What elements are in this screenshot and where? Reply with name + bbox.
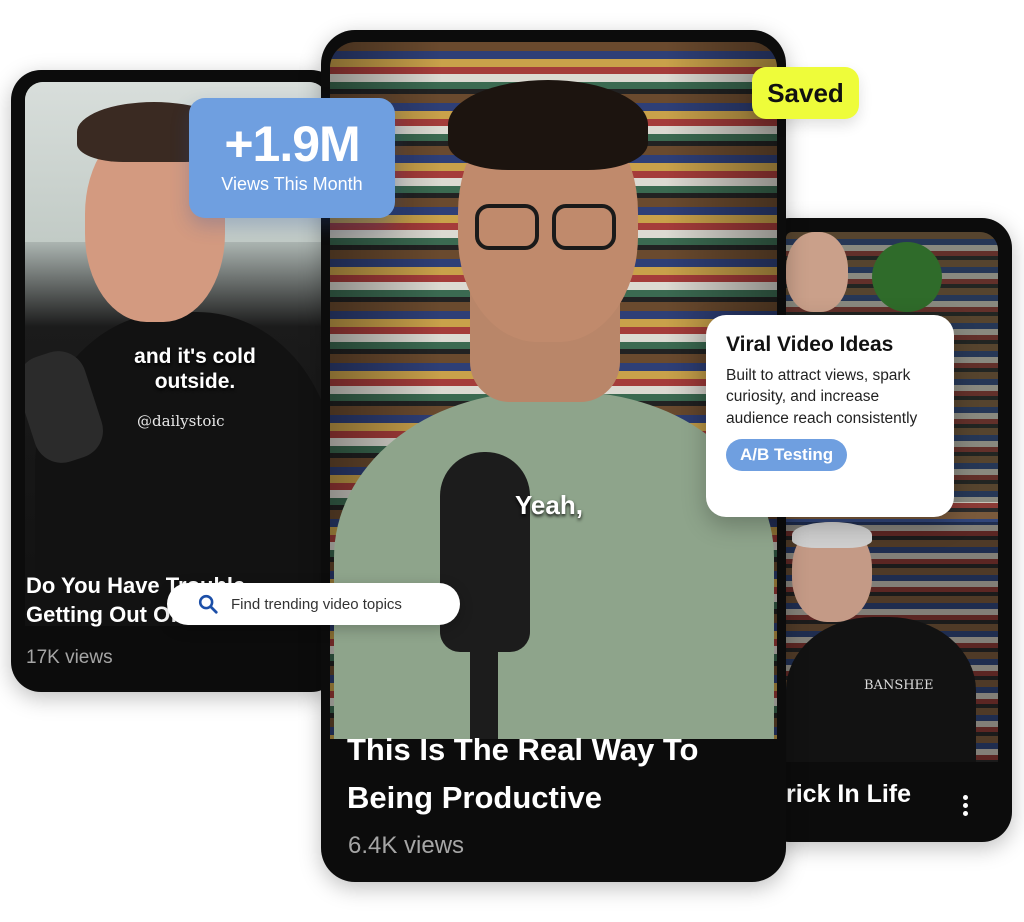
- caption-line-2: outside.: [154, 370, 236, 394]
- ideas-heading: Viral Video Ideas: [726, 333, 894, 356]
- video-title-right[interactable]: rick In Life: [786, 778, 911, 811]
- title-line-2: Being Productive: [347, 780, 602, 816]
- channel-watermark: @dailystoic: [137, 412, 225, 430]
- views-stat-value: +1.9M: [224, 116, 360, 172]
- view-count-center: 6.4K views: [348, 832, 465, 859]
- view-count-left: 17K views: [26, 647, 113, 668]
- caption-text: and it's cold outside.: [105, 344, 285, 394]
- search-icon: [198, 594, 218, 614]
- more-vertical-icon[interactable]: [963, 792, 968, 819]
- caption-line-1: and it's cold: [134, 345, 256, 368]
- ideas-description: Built to attract views, spark curiosity,…: [726, 367, 918, 427]
- viral-ideas-card: Viral Video Ideas Built to attract views…: [706, 315, 954, 517]
- ab-testing-tag[interactable]: A/B Testing: [726, 439, 848, 472]
- saved-badge[interactable]: Saved: [752, 67, 859, 119]
- video-title-center[interactable]: This Is The Real Way To Being Productive: [347, 726, 767, 822]
- caption-text-center: Yeah,: [515, 490, 583, 520]
- search-bar[interactable]: Find trending video topics: [167, 583, 460, 625]
- views-stat-label: Views This Month: [221, 174, 363, 194]
- views-stat-badge: +1.9M Views This Month: [189, 98, 395, 218]
- video-card-right[interactable]: BANSHEE rick In Life: [760, 218, 1012, 842]
- shirt-text: BANSHEE: [864, 678, 934, 693]
- title-line-1: This Is The Real Way To: [347, 732, 699, 767]
- search-input[interactable]: Find trending video topics: [231, 596, 402, 613]
